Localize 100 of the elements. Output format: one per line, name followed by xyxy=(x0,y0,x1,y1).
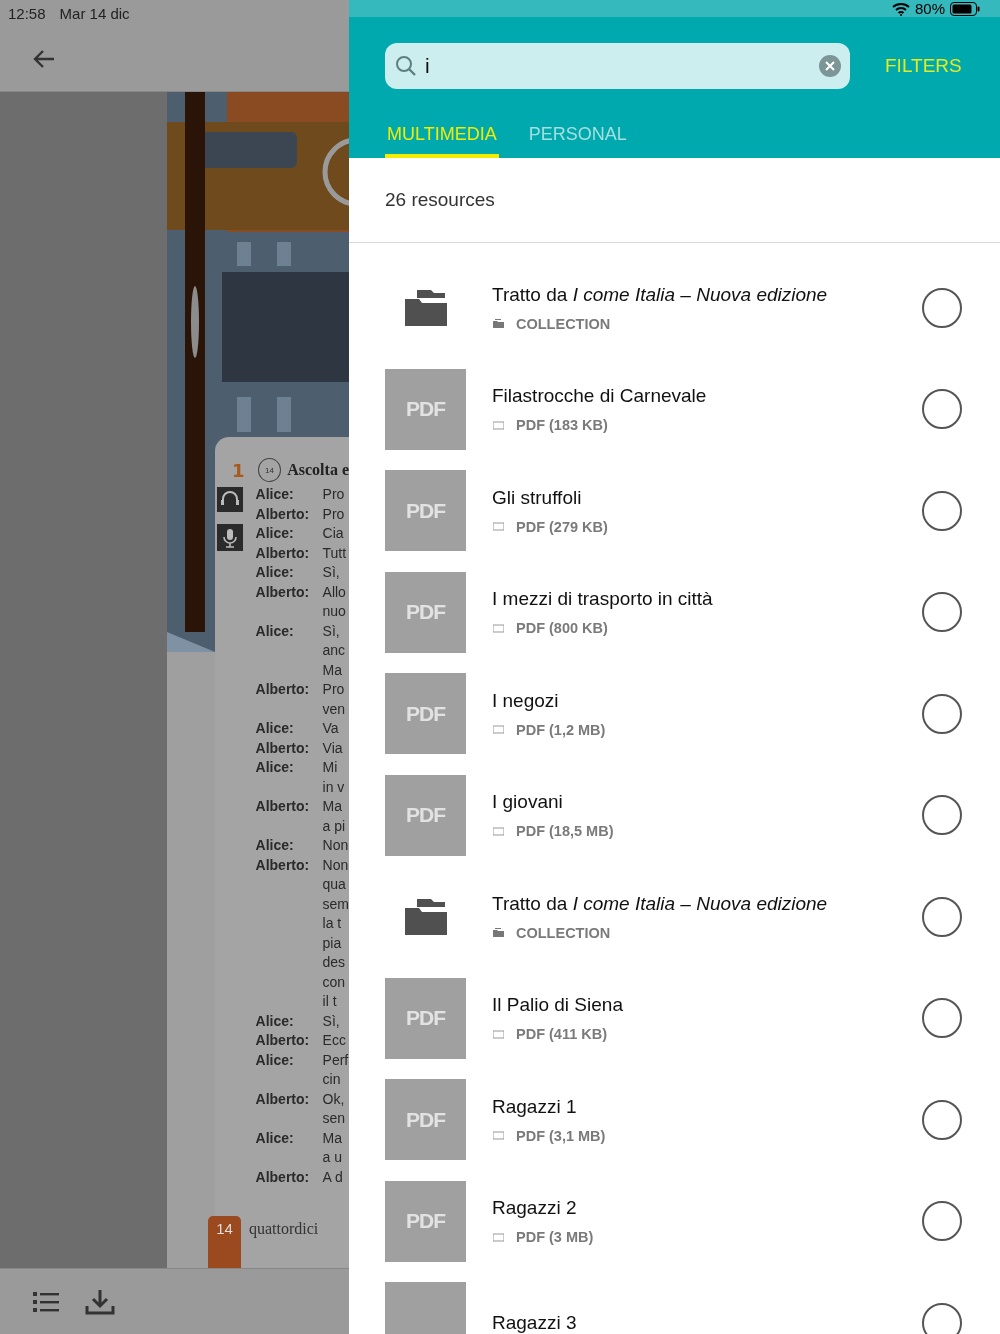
status-date: Mar 14 dic xyxy=(59,4,130,22)
speaker-name: Alice: xyxy=(255,758,295,777)
thumbnail-label: PDF xyxy=(406,803,445,828)
resource-title: I giovani xyxy=(492,791,564,814)
dialogue-line: il t xyxy=(322,992,338,1011)
dialogue-line: Mi xyxy=(322,758,339,777)
microphone-icon xyxy=(217,524,243,551)
folder-icon xyxy=(404,898,447,935)
radio-button[interactable] xyxy=(922,287,962,328)
speaker-name: Alice: xyxy=(255,719,295,738)
speaker-name: Alberto: xyxy=(255,738,311,758)
dialogue-line: Ok, xyxy=(322,1089,346,1109)
filters-button[interactable]: FILTERS xyxy=(885,55,962,77)
resource-title: Filastrocche di Carnevale xyxy=(492,385,708,408)
resource-count: 26 resources xyxy=(385,189,495,211)
radio-button[interactable] xyxy=(922,1099,962,1140)
resource-type: COLLECTION xyxy=(516,315,611,332)
tab[interactable]: PERSONAL xyxy=(526,112,629,158)
resource-title: Gli struffoli xyxy=(492,486,583,509)
search-icon xyxy=(395,55,417,77)
dialogue-line: cin xyxy=(322,1070,342,1089)
resource-type: PDF (183 KB) xyxy=(516,417,608,434)
dialogue-line: nuo xyxy=(322,602,347,621)
speaker-name: Alberto: xyxy=(255,504,311,524)
dialogue-line: Sì, xyxy=(322,1011,341,1031)
dialogue-line: Ecc xyxy=(322,1031,347,1050)
dialogue-line: Ma xyxy=(322,1128,343,1148)
resource-title: Ragazzi 1 xyxy=(492,1095,578,1118)
search-field[interactable]: i xyxy=(385,43,850,89)
speaker-name: Alice: xyxy=(255,485,295,504)
dialogue-line: Non xyxy=(322,855,349,875)
radio-button[interactable] xyxy=(922,1302,962,1334)
thumbnail-label: PDF xyxy=(406,1107,445,1132)
dialogue-line: pia xyxy=(322,933,343,953)
radio-button[interactable] xyxy=(922,389,962,430)
resource-title: I mezzi di trasporto in città xyxy=(492,588,714,611)
resource-type: PDF (3,1 MB) xyxy=(516,1127,606,1144)
speaker-name: Alberto: xyxy=(255,1167,311,1187)
dialogue-line: Pro xyxy=(322,485,346,504)
speaker-name: Alice: xyxy=(255,1128,295,1148)
speaker-name: Alice: xyxy=(255,1050,295,1070)
dialogue-line: Non xyxy=(322,836,349,855)
thumbnail-label: PDF xyxy=(406,600,445,625)
dialogue-line: des xyxy=(322,953,347,972)
resource-type: PDF (279 KB) xyxy=(516,518,608,535)
resource-title: Il Palio di Siena xyxy=(492,994,624,1017)
list-icon[interactable] xyxy=(33,1290,59,1313)
radio-button[interactable] xyxy=(922,592,962,633)
speaker-name: Alberto: xyxy=(255,680,311,699)
thumbnail-label: PDF xyxy=(406,498,445,523)
dialogue-line: Tutt xyxy=(322,543,348,563)
page-number: 14 xyxy=(208,1216,241,1268)
clear-icon[interactable] xyxy=(819,55,841,77)
speaker-name: Alberto: xyxy=(255,1089,311,1109)
resource-type: PDF (1,2 MB) xyxy=(516,721,606,738)
download-icon[interactable] xyxy=(85,1288,115,1315)
radio-button[interactable] xyxy=(922,795,962,836)
dialogue-line: anc xyxy=(322,641,347,660)
folder-icon xyxy=(493,319,504,329)
dialogue-line: sem xyxy=(322,894,349,914)
folder-icon xyxy=(404,289,447,326)
battery-percent: 80% xyxy=(914,0,945,17)
dialogue-line: Cia xyxy=(322,524,345,543)
dialogue-line: a pi xyxy=(322,816,347,836)
speaker-name: Alberto: xyxy=(255,543,311,563)
dialogue-line: Pro xyxy=(322,680,346,699)
resource-type: PDF (3 MB) xyxy=(516,1229,594,1246)
dialogue-line: Via xyxy=(322,738,344,758)
dialogue-line: con xyxy=(322,972,347,992)
radio-button[interactable] xyxy=(922,490,962,531)
radio-button[interactable] xyxy=(922,1201,962,1242)
thumbnail-label: PDF xyxy=(406,701,445,726)
tab[interactable]: MULTIMEDIA xyxy=(385,112,499,158)
dialogue-line: Va xyxy=(322,719,340,738)
battery-icon xyxy=(950,1,980,16)
dialogue-line: a u xyxy=(322,1148,343,1167)
dialogue-line: in v xyxy=(322,777,346,797)
search-query: i xyxy=(425,54,431,78)
resource-type: PDF (18,5 MB) xyxy=(516,823,614,840)
status-time: 12:58 xyxy=(8,4,46,22)
speaker-name: Alice: xyxy=(255,563,295,582)
dialogue-line: Ma xyxy=(322,797,343,816)
resource-type: PDF (800 KB) xyxy=(516,620,608,637)
back-icon[interactable] xyxy=(32,48,56,69)
dialogue-line: Ma xyxy=(322,660,343,680)
dialogue-line: Sì, xyxy=(322,563,341,582)
speaker-name: Alberto: xyxy=(255,855,311,875)
resource-type: COLLECTION xyxy=(516,924,611,941)
radio-button[interactable] xyxy=(922,998,962,1039)
radio-button[interactable] xyxy=(922,693,962,734)
resource-title: Tratto da I come Italia – Nuova edizione xyxy=(492,283,829,306)
thumbnail-label: PDF xyxy=(406,1006,445,1031)
dialogue-line: ven xyxy=(322,699,347,719)
radio-button[interactable] xyxy=(922,896,962,937)
speaker-name: Alice: xyxy=(255,524,295,543)
exercise-number: 1 xyxy=(232,459,246,481)
speaker-name: Alberto: xyxy=(255,1031,311,1050)
speaker-name: Alice: xyxy=(255,1011,295,1031)
speaker-name: Alberto: xyxy=(255,797,311,816)
dialogue-line: A d xyxy=(322,1167,344,1187)
